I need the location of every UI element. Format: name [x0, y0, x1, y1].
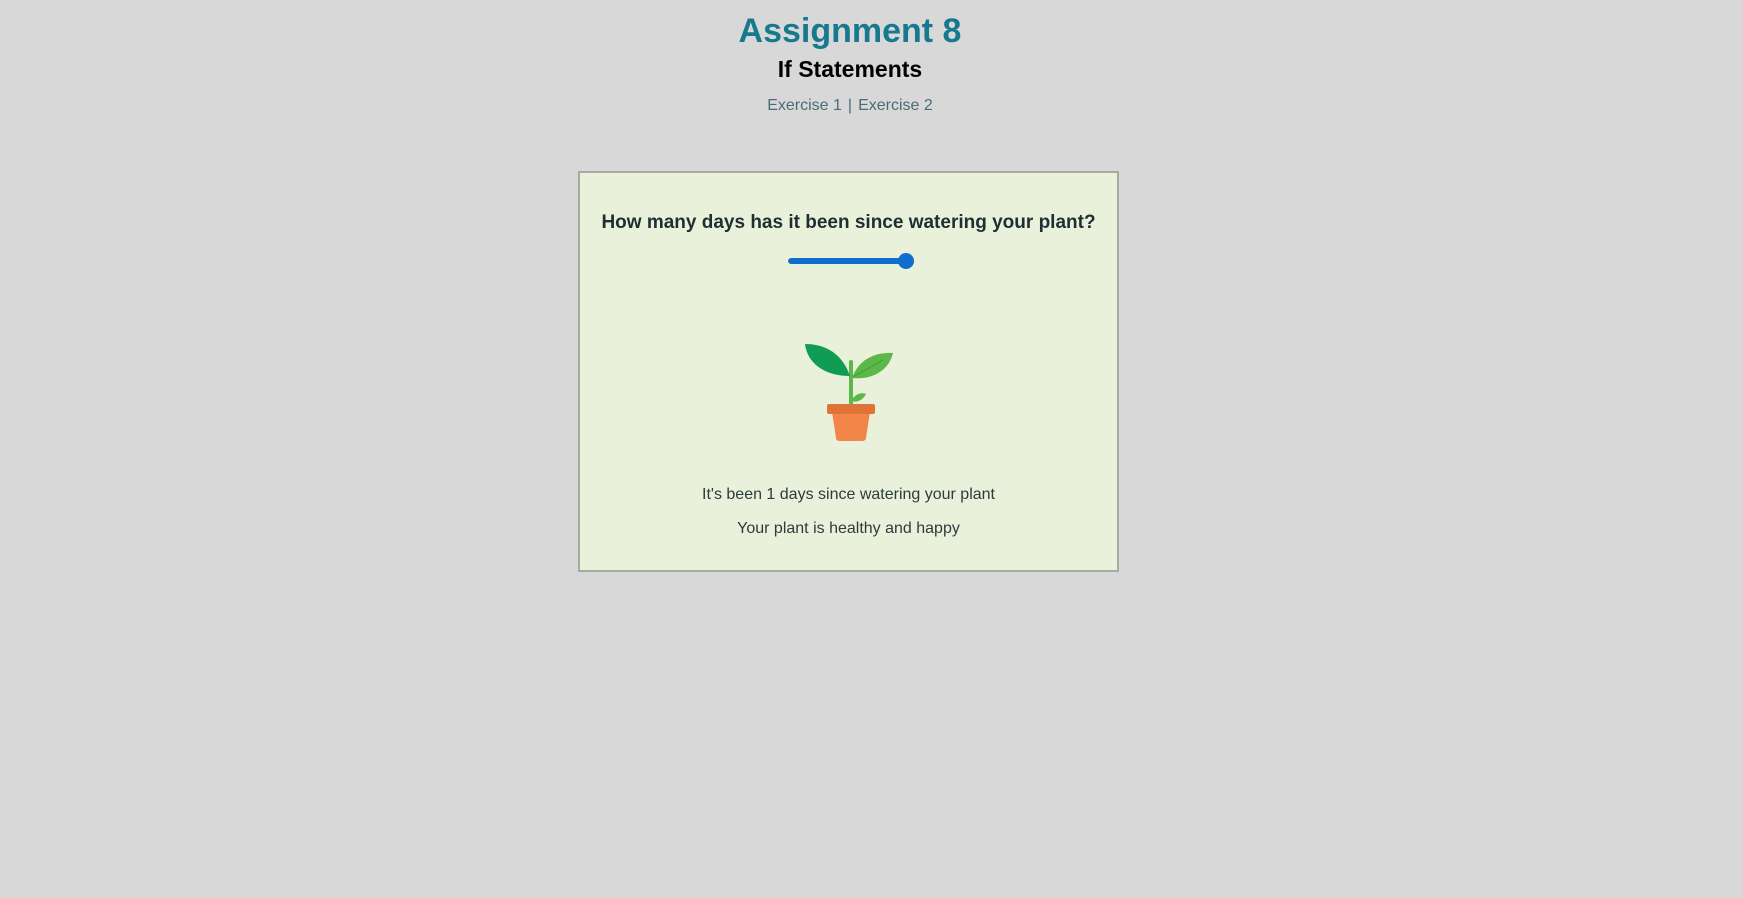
potted-sprout-icon — [805, 344, 893, 441]
slider-track — [788, 258, 914, 264]
page-title: Assignment 8 — [738, 12, 962, 50]
page-subtitle: If Statements — [777, 56, 923, 82]
slider-thumb[interactable] — [898, 253, 914, 269]
small-leaf — [851, 393, 866, 402]
plant-health-text: Your plant is healthy and happy — [737, 520, 960, 537]
pot-body — [832, 412, 870, 441]
exercise-nav: Exercise 1 | Exercise 2 — [0, 96, 1700, 116]
plant-card: How many days has it been since watering… — [578, 171, 1119, 572]
days-status-text: It's been 1 days since watering your pla… — [702, 486, 995, 503]
question-label: How many days has it been since watering… — [601, 212, 1096, 233]
pot-rim — [827, 404, 875, 414]
nav-separator: | — [847, 97, 853, 114]
page: Assignment 8 If Statements Exercise 1 | Ex… — [0, 0, 1743, 898]
slider-fill — [788, 258, 906, 264]
left-leaf — [805, 344, 850, 376]
days-slider[interactable] — [788, 253, 914, 269]
exercise-2-link[interactable]: Exercise 2 — [858, 97, 933, 114]
exercise-1-link[interactable]: Exercise 1 — [767, 97, 842, 114]
